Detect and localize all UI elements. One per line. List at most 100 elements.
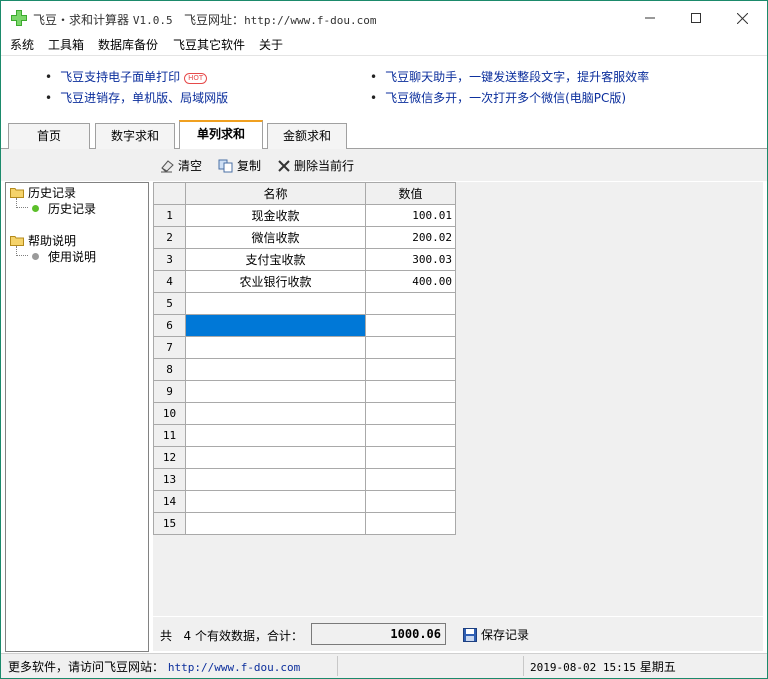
title-bar[interactable]: 飞豆・求和计算器 V1.0.5 飞豆网址：http://www.f-dou.co… [1,1,767,35]
ad-link-inventory[interactable]: • 飞豆进销存，单机版、局域网版 [45,89,228,106]
row-number-cell[interactable]: 4 [153,270,186,293]
value-cell[interactable]: 100.01 [365,204,456,227]
menu-bar: 系统 工具箱 数据库备份 飞豆其它软件 关于 [1,35,767,55]
value-cell[interactable] [365,490,456,513]
value-cell[interactable]: 300.03 [365,248,456,271]
row-number-cell[interactable]: 8 [153,358,186,381]
tree-folder-label: 帮助说明 [28,234,77,248]
total-field[interactable]: 1000.06 [311,623,446,645]
row-number-cell[interactable]: 1 [153,204,186,227]
ad-link-waybill[interactable]: • 飞豆支持电子面单打印 HOT [45,68,208,85]
row-number-cell[interactable]: 10 [153,402,186,425]
name-cell[interactable] [185,336,366,359]
name-cell[interactable]: 农业银行收款 [185,270,366,293]
save-record-button[interactable]: 保存记录 [463,626,529,643]
column-header-name[interactable]: 名称 [185,182,366,205]
table-row[interactable]: 5 [153,292,456,315]
tree-item-history[interactable]: 历史记录 [32,200,96,217]
maximize-button[interactable] [673,1,719,35]
value-cell[interactable]: 200.02 [365,226,456,249]
value-cell[interactable] [365,512,456,535]
value-cell[interactable] [365,446,456,469]
app-window: 飞豆・求和计算器 V1.0.5 飞豆网址：http://www.f-dou.co… [0,0,768,679]
value-cell[interactable] [365,424,456,447]
menu-other-software[interactable]: 飞豆其它软件 [173,36,245,53]
row-number-cell[interactable]: 11 [153,424,186,447]
column-header-value[interactable]: 数值 [365,182,456,205]
table-row[interactable]: 11 [153,424,456,447]
maximize-icon [691,13,701,23]
copy-icon [218,159,233,172]
title-site-url: http://www.f-dou.com [244,14,377,27]
table-row[interactable]: 6 [153,314,456,337]
row-number-cell[interactable]: 15 [153,512,186,535]
tab-home[interactable]: 首页 [8,123,90,149]
row-number-cell[interactable]: 7 [153,336,186,359]
minimize-button[interactable] [627,1,673,35]
name-cell[interactable]: 现金收款 [185,204,366,227]
value-cell[interactable] [365,402,456,425]
ad-link-chat-helper[interactable]: • 飞豆聊天助手，一键发送整段文字，提升客服效率 [370,68,649,85]
table-row[interactable]: 8 [153,358,456,381]
table-row[interactable]: 14 [153,490,456,513]
tab-amount-sum[interactable]: 金额求和 [267,123,347,149]
delete-row-button[interactable]: 删除当前行 [277,157,354,174]
title-version: V1.0.5 [132,14,173,27]
menu-toolbox[interactable]: 工具箱 [48,36,84,53]
delete-x-icon [278,159,290,172]
grid-corner-header[interactable] [153,182,186,205]
row-number-cell[interactable]: 14 [153,490,186,513]
name-cell[interactable] [185,468,366,491]
name-cell[interactable] [185,446,366,469]
menu-system[interactable]: 系统 [10,36,34,53]
table-row[interactable]: 4 农业银行收款 400.00 [153,270,456,293]
table-row[interactable]: 1 现金收款 100.01 [153,204,456,227]
name-cell[interactable]: 支付宝收款 [185,248,366,271]
row-number-cell[interactable]: 12 [153,446,186,469]
value-cell[interactable] [365,468,456,491]
name-cell[interactable] [185,490,366,513]
value-cell[interactable] [365,380,456,403]
tree-item-label: 历史记录 [48,202,97,216]
row-number-cell[interactable]: 9 [153,380,186,403]
name-cell[interactable] [185,314,366,337]
ad-link-wechat-multi[interactable]: • 飞豆微信多开，一次打开多个微信(电脑PC版) [370,89,626,106]
menu-db-backup[interactable]: 数据库备份 [98,36,158,53]
value-cell[interactable]: 400.00 [365,270,456,293]
table-row[interactable]: 3 支付宝收款 300.03 [153,248,456,271]
table-row[interactable]: 9 [153,380,456,403]
table-row[interactable]: 10 [153,402,456,425]
name-cell[interactable] [185,512,366,535]
tree-item-usage[interactable]: 使用说明 [32,248,96,265]
row-number-cell[interactable]: 5 [153,292,186,315]
close-button[interactable] [719,1,765,35]
name-cell[interactable] [185,380,366,403]
table-row[interactable]: 2 微信收款 200.02 [153,226,456,249]
name-cell[interactable] [185,402,366,425]
value-cell[interactable] [365,336,456,359]
name-cell[interactable] [185,358,366,381]
table-row[interactable]: 7 [153,336,456,359]
clear-button[interactable]: 清空 [160,157,202,174]
menu-about[interactable]: 关于 [259,36,283,53]
status-left: 更多软件，请访问飞豆网站： http://www.f-dou.com [8,658,300,675]
name-cell[interactable] [185,292,366,315]
row-number-cell[interactable]: 2 [153,226,186,249]
row-number-cell[interactable]: 3 [153,248,186,271]
close-icon [736,12,748,24]
tree-folder-label: 历史记录 [28,186,77,200]
tab-single-column-sum[interactable]: 单列求和 [179,120,263,150]
value-cell[interactable] [365,314,456,337]
tab-number-sum[interactable]: 数字求和 [95,123,175,149]
name-cell[interactable] [185,424,366,447]
table-row[interactable]: 12 [153,446,456,469]
row-number-cell[interactable]: 6 [153,314,186,337]
row-number-cell[interactable]: 13 [153,468,186,491]
value-cell[interactable] [365,292,456,315]
copy-button[interactable]: 复制 [218,157,261,174]
table-row[interactable]: 13 [153,468,456,491]
table-row[interactable]: 15 [153,512,456,535]
value-cell[interactable] [365,358,456,381]
name-cell[interactable]: 微信收款 [185,226,366,249]
status-site-link[interactable]: http://www.f-dou.com [168,661,300,674]
